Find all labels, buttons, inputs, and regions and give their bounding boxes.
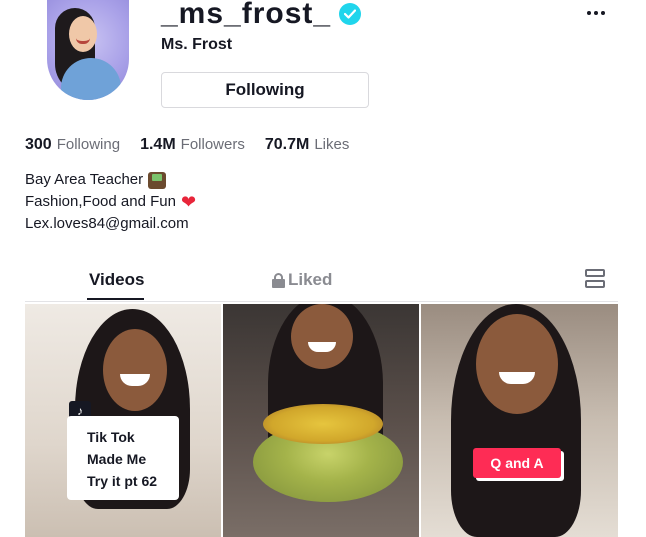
bio: Bay Area Teacher Fashion,Food and Fun ❤ … bbox=[25, 169, 196, 235]
more-icon[interactable] bbox=[583, 6, 609, 20]
likes-stat: 70.7M Likes bbox=[265, 136, 350, 154]
username-row: _ms_frost_ bbox=[161, 0, 362, 32]
caption-line-1: Tik Tok bbox=[87, 429, 135, 445]
video-thumbnail[interactable]: ♪ Tik Tok Made Me Try it pt 62 bbox=[25, 304, 221, 537]
tab-liked-label: Liked bbox=[288, 270, 333, 289]
active-tab-indicator bbox=[87, 298, 144, 300]
caption-line-3: Try it pt 62 bbox=[87, 473, 158, 489]
likes-label: Likes bbox=[314, 136, 350, 153]
pineapple-topping bbox=[263, 404, 383, 444]
following-count: 300 bbox=[25, 136, 52, 153]
bio-line-3: Lex.loves84@gmail.com bbox=[25, 215, 189, 232]
profile-avatar[interactable] bbox=[47, 0, 129, 100]
tab-videos[interactable]: Videos bbox=[89, 270, 144, 290]
person-face bbox=[476, 314, 558, 414]
tab-videos-label: Videos bbox=[89, 270, 145, 289]
likes-count: 70.7M bbox=[264, 136, 310, 153]
person-face bbox=[103, 329, 167, 411]
teacher-emoji-icon bbox=[148, 171, 167, 189]
followers-label: Followers bbox=[180, 136, 245, 153]
username: _ms_frost_ bbox=[161, 0, 332, 30]
profile-stats: 300 Following 1.4M Followers 70.7M Likes bbox=[25, 136, 349, 154]
video-caption-card: Tik Tok Made Me Try it pt 62 bbox=[67, 416, 179, 500]
caption-line-2: Made Me bbox=[87, 451, 147, 467]
bio-line-2: Fashion,Food and Fun bbox=[25, 193, 176, 210]
video-thumbnail[interactable] bbox=[223, 304, 419, 537]
bio-line: Fashion,Food and Fun ❤ bbox=[25, 191, 196, 213]
profile-tabs: Videos Liked bbox=[25, 262, 618, 302]
lock-icon bbox=[272, 273, 285, 288]
person-face bbox=[291, 304, 353, 369]
video-thumbnail[interactable]: Q and A bbox=[421, 304, 618, 537]
following-stat[interactable]: 300 Following bbox=[25, 136, 120, 154]
verified-badge-icon bbox=[339, 3, 362, 25]
following-button[interactable]: Following bbox=[161, 72, 369, 108]
tab-liked[interactable]: Liked bbox=[272, 270, 332, 290]
heart-emoji-icon: ❤ bbox=[180, 192, 197, 212]
layout-toggle-icon[interactable] bbox=[585, 269, 607, 291]
bio-line: Lex.loves84@gmail.com bbox=[25, 213, 196, 235]
bio-line: Bay Area Teacher bbox=[25, 169, 196, 191]
followers-count: 1.4M bbox=[140, 136, 176, 153]
avatar-face bbox=[69, 16, 97, 52]
following-label: Following bbox=[56, 136, 121, 153]
video-grid: ♪ Tik Tok Made Me Try it pt 62 Q and A bbox=[25, 304, 618, 537]
qa-badge: Q and A bbox=[473, 448, 561, 478]
bio-line-1: Bay Area Teacher bbox=[25, 171, 144, 188]
followers-stat[interactable]: 1.4M Followers bbox=[140, 136, 245, 154]
display-name: Ms. Frost bbox=[161, 36, 233, 53]
